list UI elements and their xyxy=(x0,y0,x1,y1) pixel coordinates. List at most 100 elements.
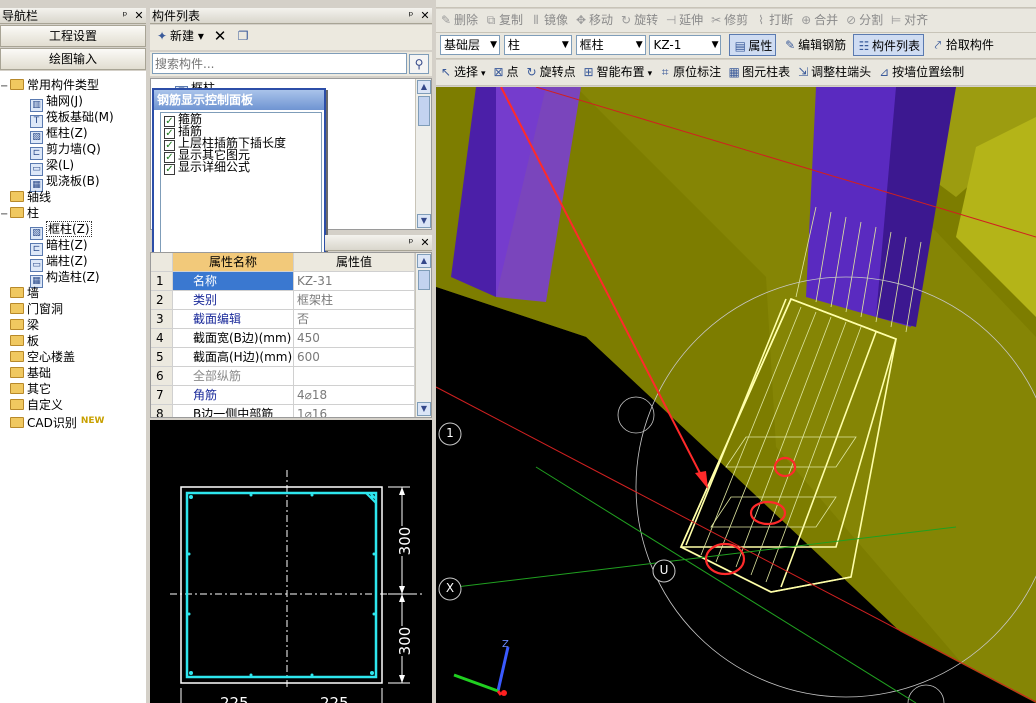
tree-item[interactable]: ▦ 现浇板(B) xyxy=(30,173,100,192)
rebar-option[interactable]: ✓ 显示详细公式 xyxy=(161,161,321,175)
expand-icon[interactable]: − xyxy=(0,207,10,223)
tree-folder[interactable]: 门窗洞 xyxy=(0,301,63,317)
viewport-3d[interactable]: 1 X U Z xyxy=(436,87,1036,703)
smart-layout-button[interactable]: ⊞ 智能布置 ▾ xyxy=(579,61,656,83)
mirror-button[interactable]: ⫴ 镜像 xyxy=(526,9,571,31)
search-icon[interactable]: ⚲ xyxy=(409,54,429,74)
merge-button[interactable]: ⊕ 合并 xyxy=(796,9,841,31)
scroll-thumb[interactable] xyxy=(418,96,430,126)
delete-component-button[interactable]: ✕ xyxy=(211,25,230,47)
component-select[interactable]: KZ-1 ▼ xyxy=(649,35,722,55)
tree-item[interactable]: ▭ 梁(L) xyxy=(30,157,74,176)
move-button[interactable]: ✥ 移动 xyxy=(571,9,616,31)
expand-icon[interactable]: − xyxy=(0,79,10,95)
adjust-column-end-button[interactable]: ⇲ 调整柱端头 xyxy=(793,61,874,83)
pin-icon[interactable]: ᵖ xyxy=(404,235,418,250)
scroll-up-icon[interactable]: ▲ xyxy=(417,80,431,94)
tree-folder[interactable]: 其它 xyxy=(0,381,51,397)
pick-component-button[interactable]: ⤤ 拾取构件 xyxy=(928,34,997,56)
property-name[interactable]: 全部纵筋 xyxy=(173,367,294,386)
tree-item[interactable]: ▭ 端柱(Z) xyxy=(30,253,88,272)
new-component-button[interactable]: ✦ 新建 ▾ xyxy=(152,25,207,47)
checkbox-checked-icon[interactable]: ✓ xyxy=(164,164,175,175)
tree-folder[interactable]: − 常用构件类型 xyxy=(0,77,99,93)
point-button[interactable]: ⊠ 点 xyxy=(489,61,522,83)
property-value[interactable]: 600 xyxy=(294,348,415,367)
property-name[interactable]: 截面高(H边)(mm) xyxy=(173,348,294,367)
property-value[interactable]: 框架柱 xyxy=(294,291,415,310)
close-icon[interactable]: ✕ xyxy=(418,235,432,250)
column-table-button[interactable]: ▦ 图元柱表 xyxy=(724,61,793,83)
property-name[interactable]: 名称 xyxy=(173,272,294,291)
folder-icon xyxy=(10,319,24,330)
property-name[interactable]: 角筋 xyxy=(173,386,294,405)
scroll-down-icon[interactable]: ▼ xyxy=(417,402,431,416)
break-button[interactable]: ⌇ 打断 xyxy=(751,9,796,31)
copy-button[interactable]: ⧉ 复制 xyxy=(481,9,526,31)
tree-folder[interactable]: 基础 xyxy=(0,365,51,381)
align-button[interactable]: ⊨ 对齐 xyxy=(886,9,931,31)
tree-item[interactable]: ▥ 轴网(J) xyxy=(30,93,83,112)
component-search-input[interactable] xyxy=(152,53,407,74)
tree-label: 基础 xyxy=(27,366,52,380)
property-name[interactable]: 截面编辑 xyxy=(173,310,294,329)
tree-folder[interactable]: − 柱 xyxy=(0,205,39,221)
rotate-point-button[interactable]: ↻ 旋转点 xyxy=(522,61,579,83)
chevron-down-icon[interactable]: ▾ xyxy=(481,69,486,79)
project-settings-button[interactable]: 工程设置 xyxy=(0,25,146,47)
properties-scrollbar[interactable]: ▲ ▼ xyxy=(415,253,431,417)
scroll-down-icon[interactable]: ▼ xyxy=(417,214,431,228)
property-value[interactable]: 1⌀16 xyxy=(294,405,415,417)
property-value[interactable]: KZ-31 xyxy=(294,272,415,291)
tree-folder[interactable]: 墙 xyxy=(0,285,39,301)
tree-folder[interactable]: 自定义 xyxy=(0,397,63,413)
edit-rebar-button[interactable]: ✎ 编辑钢筋 xyxy=(780,34,849,56)
category-select[interactable]: 柱 ▼ xyxy=(503,35,572,55)
property-value[interactable]: 4⌀18 xyxy=(294,386,415,405)
component-list-scrollbar[interactable]: ▲ ▼ xyxy=(415,79,431,229)
trim-icon: ✂ xyxy=(711,13,722,27)
inplace-annotate-button[interactable]: ⌗ 原位标注 xyxy=(655,61,724,83)
tree-item[interactable]: ▦ 构造柱(Z) xyxy=(30,269,100,288)
delete-button[interactable]: ✎ 删除 xyxy=(436,9,481,31)
scroll-thumb[interactable] xyxy=(418,270,430,290)
pin-icon[interactable]: ᵖ xyxy=(404,8,418,23)
property-name[interactable]: 类别 xyxy=(173,291,294,310)
rotate-point-icon: ↻ xyxy=(526,65,537,79)
tree-item[interactable]: T 筏板基础(M) xyxy=(30,109,114,128)
chevron-down-icon[interactable]: ▾ xyxy=(648,69,653,79)
select-button[interactable]: ↖ 选择 ▾ xyxy=(436,61,489,83)
draw-by-wall-label: 按墙位置绘制 xyxy=(892,65,965,79)
split-button[interactable]: ⊘ 分割 xyxy=(841,9,886,31)
tree-item[interactable]: ⊏ 剪力墙(Q) xyxy=(30,141,101,160)
scroll-up-icon[interactable]: ▲ xyxy=(417,254,431,268)
property-value[interactable] xyxy=(294,367,415,386)
property-value[interactable]: 否 xyxy=(294,310,415,329)
tree-label: 柱 xyxy=(27,206,40,220)
pin-icon[interactable]: ᵖ xyxy=(118,8,132,23)
trim-button[interactable]: ✂ 修剪 xyxy=(706,9,751,31)
property-name[interactable]: 截面宽(B边)(mm) xyxy=(173,329,294,348)
tree-folder[interactable]: 轴线 xyxy=(0,189,51,205)
tree-folder[interactable]: CAD识别 NEW xyxy=(0,413,104,430)
property-name[interactable]: B边一侧中部筋 xyxy=(173,405,294,417)
rotate-button[interactable]: ↻ 旋转 xyxy=(616,9,661,31)
tree-item[interactable]: ▧ 框柱(Z) xyxy=(30,221,92,240)
tree-folder[interactable]: 空心楼盖 xyxy=(0,349,75,365)
drawing-input-button[interactable]: 绘图输入 xyxy=(0,48,146,70)
tree-folder[interactable]: 梁 xyxy=(0,317,39,333)
close-icon[interactable]: ✕ xyxy=(418,8,432,23)
close-icon[interactable]: ✕ xyxy=(132,8,146,23)
tree-folder[interactable]: 板 xyxy=(0,333,39,349)
property-value[interactable]: 450 xyxy=(294,329,415,348)
tree-item[interactable]: ⊏ 暗柱(Z) xyxy=(30,237,88,256)
floor-select[interactable]: 基础层 ▼ xyxy=(440,35,500,55)
copy-component-button[interactable]: ❐ xyxy=(233,25,254,47)
extend-button[interactable]: ⊣ 延伸 xyxy=(661,9,706,31)
component-list-button[interactable]: ☷ 构件列表 xyxy=(853,34,925,56)
tree-item[interactable]: ▧ 框柱(Z) xyxy=(30,125,88,144)
type-select[interactable]: 框柱 ▼ xyxy=(575,35,646,55)
properties-button[interactable]: ▤ 属性 xyxy=(729,34,777,56)
new-label: 新建 xyxy=(170,29,195,43)
draw-by-wall-button[interactable]: ⊿ 按墙位置绘制 xyxy=(874,61,967,83)
